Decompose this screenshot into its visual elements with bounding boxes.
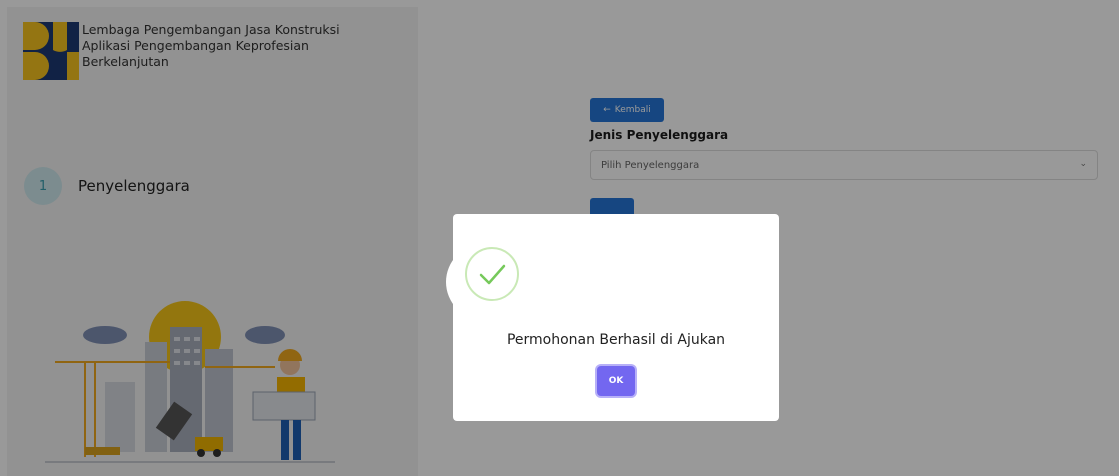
check-icon (479, 264, 506, 285)
modal-message: Permohonan Berhasil di Ajukan (506, 332, 726, 348)
success-check-icon (465, 247, 519, 301)
ok-button[interactable]: OK (597, 366, 635, 396)
